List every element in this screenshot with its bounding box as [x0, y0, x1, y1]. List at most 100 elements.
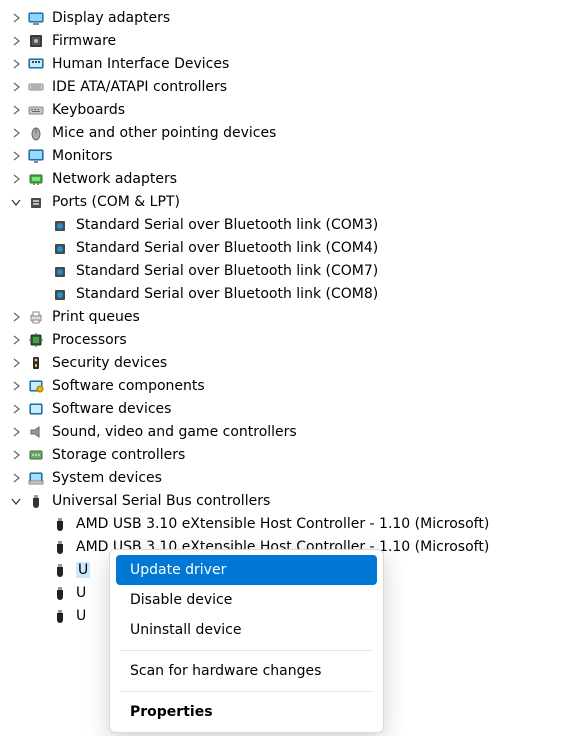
tree-item-label: U [76, 562, 90, 578]
tree-item[interactable]: Display adapters [4, 6, 579, 29]
tree-item-label: Standard Serial over Bluetooth link (COM… [76, 286, 378, 302]
spacer [30, 537, 50, 557]
menu-item[interactable]: Scan for hardware changes [116, 656, 377, 686]
chevron-right-icon[interactable] [6, 123, 26, 143]
tree-item[interactable]: Human Interface Devices [4, 52, 579, 75]
port-bt-icon [50, 284, 70, 304]
security-icon [26, 353, 46, 373]
chevron-right-icon[interactable] [6, 399, 26, 419]
chevron-right-icon[interactable] [6, 54, 26, 74]
cpu-icon [26, 330, 46, 350]
tree-item-label: Monitors [52, 148, 113, 164]
spacer [30, 560, 50, 580]
tree-item-label: Software components [52, 378, 205, 394]
spacer [30, 261, 50, 281]
tree-item-label: Standard Serial over Bluetooth link (COM… [76, 240, 378, 256]
tree-item[interactable]: Storage controllers [4, 443, 579, 466]
tree-item[interactable]: System devices [4, 466, 579, 489]
tree-item-label: AMD USB 3.10 eXtensible Host Controller … [76, 516, 489, 532]
usb-plug-icon [50, 537, 70, 557]
tree-item[interactable]: Universal Serial Bus controllers [4, 489, 579, 512]
tree-item[interactable]: Software devices [4, 397, 579, 420]
port-bt-icon [50, 238, 70, 258]
chevron-right-icon[interactable] [6, 77, 26, 97]
chevron-right-icon[interactable] [6, 169, 26, 189]
usb-plug-icon [50, 583, 70, 603]
tree-item-label: Print queues [52, 309, 140, 325]
chevron-right-icon[interactable] [6, 445, 26, 465]
tree-item[interactable]: IDE ATA/ATAPI controllers [4, 75, 579, 98]
tree-item[interactable]: Software components [4, 374, 579, 397]
tree-item[interactable]: Firmware [4, 29, 579, 52]
usb-plug-icon [50, 560, 70, 580]
chevron-right-icon[interactable] [6, 376, 26, 396]
chevron-right-icon[interactable] [6, 31, 26, 51]
tree-item-label: Software devices [52, 401, 171, 417]
chevron-right-icon[interactable] [6, 8, 26, 28]
tree-item[interactable]: AMD USB 3.10 eXtensible Host Controller … [4, 512, 579, 535]
system-icon [26, 468, 46, 488]
tree-item-label: Standard Serial over Bluetooth link (COM… [76, 263, 378, 279]
tree-item[interactable]: Security devices [4, 351, 579, 374]
firmware-icon [26, 31, 46, 51]
tree-item-label: System devices [52, 470, 162, 486]
ide-icon [26, 77, 46, 97]
softcomp-icon [26, 376, 46, 396]
tree-item-label: Mice and other pointing devices [52, 125, 276, 141]
tree-item[interactable]: Keyboards [4, 98, 579, 121]
port-icon [26, 192, 46, 212]
sound-icon [26, 422, 46, 442]
softdev-icon [26, 399, 46, 419]
menu-item[interactable]: Properties [116, 697, 377, 727]
tree-item[interactable]: Standard Serial over Bluetooth link (COM… [4, 259, 579, 282]
tree-item[interactable]: Standard Serial over Bluetooth link (COM… [4, 213, 579, 236]
display-icon [26, 8, 46, 28]
spacer [30, 284, 50, 304]
spacer [30, 238, 50, 258]
menu-item[interactable]: Update driver [116, 555, 377, 585]
menu-item[interactable]: Uninstall device [116, 615, 377, 645]
tree-item[interactable]: Processors [4, 328, 579, 351]
spacer [30, 583, 50, 603]
tree-item[interactable]: Standard Serial over Bluetooth link (COM… [4, 236, 579, 259]
chevron-down-icon[interactable] [6, 192, 26, 212]
tree-item[interactable]: Print queues [4, 305, 579, 328]
tree-item[interactable]: Ports (COM & LPT) [4, 190, 579, 213]
usb-plug-icon [50, 514, 70, 534]
usb-icon [26, 491, 46, 511]
tree-item-label: Network adapters [52, 171, 177, 187]
menu-separator [120, 650, 373, 651]
tree-item-label: Universal Serial Bus controllers [52, 493, 270, 509]
menu-item[interactable]: Disable device [116, 585, 377, 615]
tree-item[interactable]: Monitors [4, 144, 579, 167]
tree-item-label: Human Interface Devices [52, 56, 229, 72]
chevron-right-icon[interactable] [6, 146, 26, 166]
mouse-icon [26, 123, 46, 143]
tree-item[interactable]: Sound, video and game controllers [4, 420, 579, 443]
tree-item[interactable]: Network adapters [4, 167, 579, 190]
port-bt-icon [50, 261, 70, 281]
chevron-right-icon[interactable] [6, 100, 26, 120]
tree-item-label: Keyboards [52, 102, 125, 118]
monitor-icon [26, 146, 46, 166]
tree-item-label: U [76, 608, 86, 624]
storage-icon [26, 445, 46, 465]
chevron-right-icon[interactable] [6, 422, 26, 442]
keyboard-icon [26, 100, 46, 120]
port-bt-icon [50, 215, 70, 235]
tree-item[interactable]: Standard Serial over Bluetooth link (COM… [4, 282, 579, 305]
chevron-right-icon[interactable] [6, 330, 26, 350]
menu-separator [120, 691, 373, 692]
network-icon [26, 169, 46, 189]
chevron-down-icon[interactable] [6, 491, 26, 511]
chevron-right-icon[interactable] [6, 353, 26, 373]
tree-item[interactable]: Mice and other pointing devices [4, 121, 579, 144]
chevron-right-icon[interactable] [6, 307, 26, 327]
usb-plug-icon [50, 606, 70, 626]
printer-icon [26, 307, 46, 327]
tree-item-label: Firmware [52, 33, 116, 49]
spacer [30, 514, 50, 534]
tree-item-label: Display adapters [52, 10, 170, 26]
hid-icon [26, 54, 46, 74]
chevron-right-icon[interactable] [6, 468, 26, 488]
